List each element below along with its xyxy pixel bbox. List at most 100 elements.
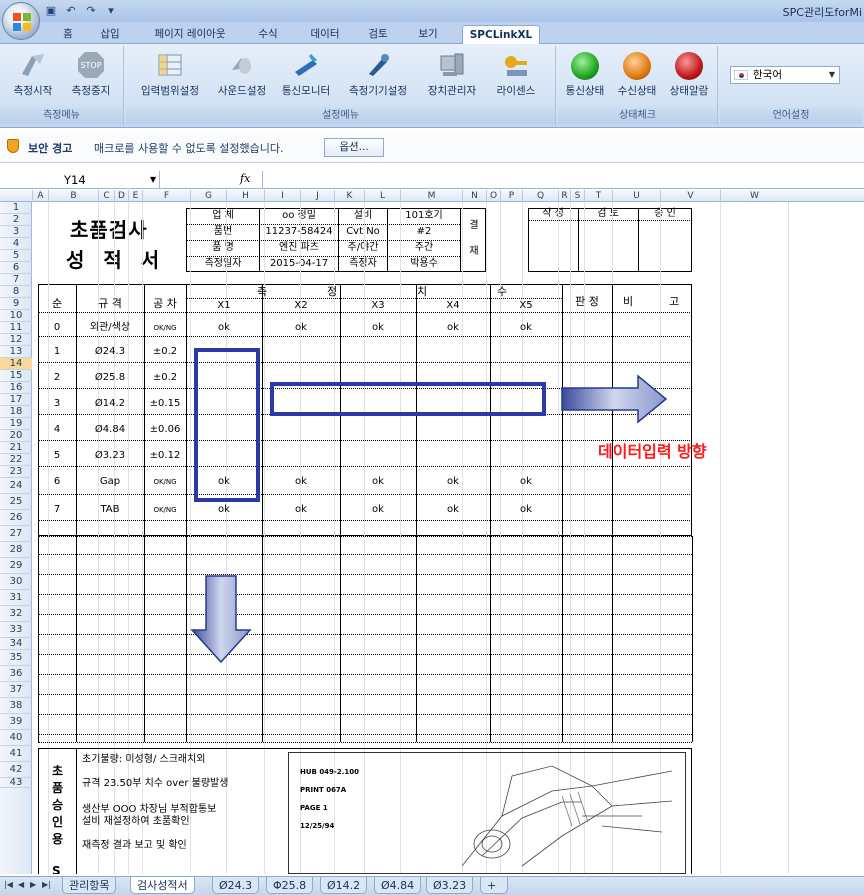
row-header-25[interactable]: 25 <box>0 494 32 510</box>
row-header-13[interactable]: 13 <box>0 346 32 358</box>
row-header-21[interactable]: 21 <box>0 442 32 454</box>
column-header-n[interactable]: N <box>462 190 486 202</box>
start-measure-button[interactable]: 측정시작 <box>4 50 62 102</box>
office-button[interactable] <box>2 2 40 40</box>
column-header-o[interactable]: O <box>486 190 500 202</box>
receive-status-button[interactable]: 수신상태 <box>612 50 662 102</box>
save-icon[interactable]: ▣ <box>44 4 58 18</box>
tab-spclinkxl[interactable]: SPCLinkXL <box>462 25 540 44</box>
row-header-14[interactable]: 14 <box>0 358 32 370</box>
tab-data[interactable]: 데이터 <box>302 25 348 44</box>
column-header-m[interactable]: M <box>400 190 462 202</box>
column-header-v[interactable]: V <box>660 190 720 202</box>
tab-insert[interactable]: 삽입 <box>92 25 128 44</box>
row-header-40[interactable]: 40 <box>0 730 32 746</box>
sheet-tab-4-84[interactable]: Ø4.84 <box>374 877 422 894</box>
row-header-20[interactable]: 20 <box>0 430 32 442</box>
tab-home[interactable]: 홈 <box>50 25 86 44</box>
input-range-button[interactable]: 입력범위설정 <box>130 50 210 102</box>
column-header-c[interactable]: C <box>98 190 114 202</box>
row-header-7[interactable]: 7 <box>0 274 32 286</box>
column-header-a[interactable]: A <box>32 190 48 202</box>
row-header-36[interactable]: 36 <box>0 666 32 682</box>
column-header-q[interactable]: Q <box>522 190 558 202</box>
row-header-27[interactable]: 27 <box>0 526 32 542</box>
comm-status-button[interactable]: 통신상태 <box>560 50 610 102</box>
fx-icon[interactable]: fx <box>240 172 250 185</box>
row-header-33[interactable]: 33 <box>0 622 32 638</box>
column-header-r[interactable]: R <box>558 190 570 202</box>
worksheet[interactable]: 초품검사 성 적 서 업 체 품번 품 명 측정일자 oo 정밀 11237-5… <box>32 202 864 874</box>
column-header-b[interactable]: B <box>48 190 98 202</box>
row-header-34[interactable]: 34 <box>0 638 32 650</box>
next-sheet-icon[interactable]: ▶ <box>30 880 36 889</box>
row-header-43[interactable]: 43 <box>0 778 32 788</box>
column-header-j[interactable]: J <box>300 190 334 202</box>
row-header-3[interactable]: 3 <box>0 226 32 238</box>
row-header-26[interactable]: 26 <box>0 510 32 526</box>
column-header-g[interactable]: G <box>190 190 226 202</box>
language-select[interactable]: 한국어 ▼ <box>730 66 840 84</box>
column-header-t[interactable]: T <box>584 190 612 202</box>
device-manager-button[interactable]: 장치관리자 <box>418 50 486 102</box>
row-header-10[interactable]: 10 <box>0 310 32 322</box>
tab-review[interactable]: 검토 <box>360 25 396 44</box>
row-header-24[interactable]: 24 <box>0 478 32 494</box>
name-box-dropdown-icon[interactable]: ▼ <box>150 171 156 189</box>
tab-page-layout[interactable]: 페이지 레이아웃 <box>140 25 240 44</box>
row-header-41[interactable]: 41 <box>0 746 32 762</box>
row-header-42[interactable]: 42 <box>0 762 32 778</box>
row-header-8[interactable]: 8 <box>0 286 32 298</box>
column-header-e[interactable]: E <box>128 190 142 202</box>
tab-formulas[interactable]: 수식 <box>250 25 286 44</box>
sheet-tab-report[interactable]: 검사성적서 <box>130 877 195 894</box>
row-header-37[interactable]: 37 <box>0 682 32 698</box>
name-box[interactable]: Y14 ▼ <box>0 171 160 189</box>
column-header-s[interactable]: S <box>570 190 584 202</box>
row-header-9[interactable]: 9 <box>0 298 32 310</box>
row-header-4[interactable]: 4 <box>0 238 32 250</box>
undo-icon[interactable]: ↶ <box>64 4 78 18</box>
row-header-35[interactable]: 35 <box>0 650 32 666</box>
row-header-23[interactable]: 23 <box>0 466 32 478</box>
column-header-f[interactable]: F <box>142 190 190 202</box>
formula-input[interactable] <box>266 171 864 189</box>
row-header-16[interactable]: 16 <box>0 382 32 394</box>
insert-sheet-icon[interactable]: + <box>480 877 508 894</box>
row-header-28[interactable]: 28 <box>0 542 32 558</box>
row-header-38[interactable]: 38 <box>0 698 32 714</box>
sheet-tab-24-3[interactable]: Ø24.3 <box>212 877 260 894</box>
column-header-d[interactable]: D <box>114 190 128 202</box>
row-header-17[interactable]: 17 <box>0 394 32 406</box>
row-header-22[interactable]: 22 <box>0 454 32 466</box>
sheet-tab-25-8[interactable]: Φ25.8 <box>266 877 314 894</box>
sheet-tab-3-23[interactable]: Ø3.23 <box>426 877 474 894</box>
column-header-u[interactable]: U <box>612 190 660 202</box>
row-header-1[interactable]: 1 <box>0 202 32 214</box>
options-button[interactable]: 옵션... <box>324 138 384 157</box>
redo-icon[interactable]: ↷ <box>84 4 98 18</box>
tab-view[interactable]: 보기 <box>410 25 446 44</box>
row-header-2[interactable]: 2 <box>0 214 32 226</box>
row-header-15[interactable]: 15 <box>0 370 32 382</box>
customize-qat-icon[interactable]: ▾ <box>104 4 118 18</box>
row-header-32[interactable]: 32 <box>0 606 32 622</box>
comm-monitor-button[interactable]: 통신모니터 <box>274 50 338 102</box>
status-alarm-button[interactable]: 상태알람 <box>664 50 714 102</box>
sheet-tab-14-2[interactable]: Ø14.2 <box>320 877 368 894</box>
sheet-tab-management[interactable]: 관리항목 <box>62 877 117 894</box>
prev-sheet-icon[interactable]: ◀ <box>18 880 24 889</box>
row-header-31[interactable]: 31 <box>0 590 32 606</box>
row-header-39[interactable]: 39 <box>0 714 32 730</box>
last-sheet-icon[interactable]: ▶| <box>42 880 51 889</box>
row-header-5[interactable]: 5 <box>0 250 32 262</box>
row-header-19[interactable]: 19 <box>0 418 32 430</box>
license-button[interactable]: 라이센스 <box>488 50 544 102</box>
column-header-k[interactable]: K <box>334 190 364 202</box>
row-header-6[interactable]: 6 <box>0 262 32 274</box>
row-header-11[interactable]: 11 <box>0 322 32 334</box>
stop-measure-button[interactable]: STOP 측정중지 <box>62 50 120 102</box>
column-header-l[interactable]: L <box>364 190 400 202</box>
row-header-12[interactable]: 12 <box>0 334 32 346</box>
row-header-29[interactable]: 29 <box>0 558 32 574</box>
